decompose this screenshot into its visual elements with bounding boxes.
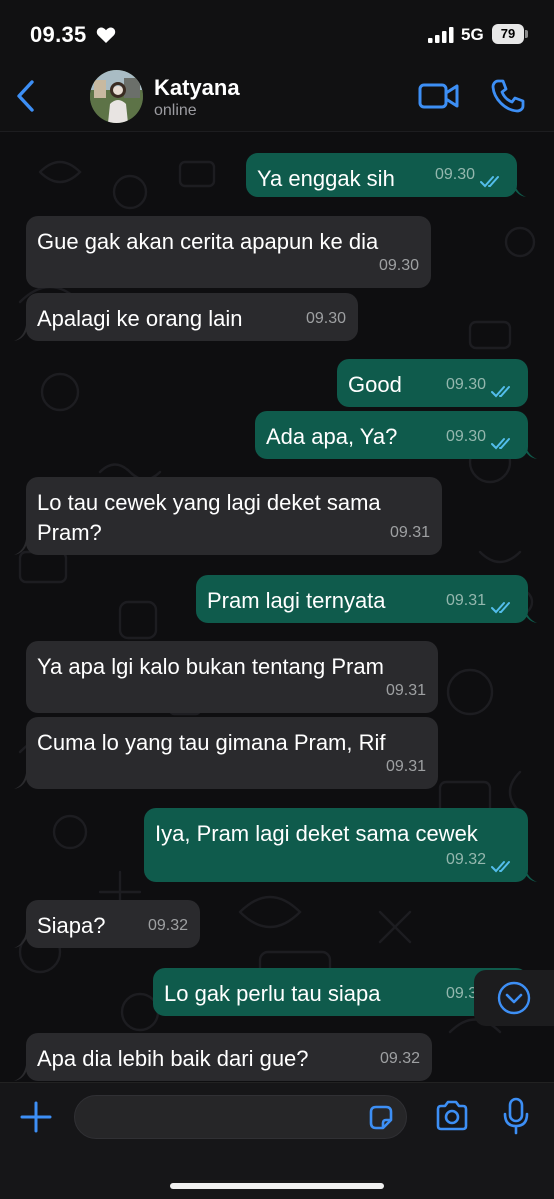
message-time: 09.31 <box>445 592 486 609</box>
bubble-tail <box>14 539 28 555</box>
sticker-icon <box>369 1105 393 1130</box>
bubble-tail <box>523 443 537 459</box>
message-text: Gue gak akan cerita apapun ke dia <box>37 229 379 254</box>
message-time: 09.30 <box>305 310 346 327</box>
avatar[interactable] <box>90 70 143 123</box>
voice-call-button[interactable] <box>490 78 526 114</box>
heart-icon <box>96 27 116 43</box>
contact-name[interactable]: Katyana <box>154 75 240 101</box>
read-ticks-icon <box>491 386 510 398</box>
message-incoming[interactable]: Apalagi ke orang lain 09.30 <box>26 293 358 341</box>
bubble-tail <box>523 866 537 882</box>
read-ticks-icon <box>491 602 510 614</box>
message-outgoing[interactable]: Ada apa, Ya? 09.30 <box>255 411 528 459</box>
sticker-button[interactable] <box>367 1104 395 1132</box>
message-outgoing[interactable]: Pram lagi ternyata 09.31 <box>196 575 528 623</box>
message-text: Cuma lo yang tau gimana Pram, Rif <box>37 730 386 755</box>
message-outgoing[interactable]: Ya enggak sih 09.30 <box>246 153 517 197</box>
battery-icon: 79 <box>492 24 524 44</box>
chat-header: Katyana online <box>0 66 554 132</box>
message-incoming[interactable]: Ya apa lgi kalo bukan tentang Pram 09.31 <box>26 641 438 713</box>
avatar-photo <box>90 70 143 123</box>
read-ticks-icon <box>491 438 510 450</box>
message-incoming[interactable]: Siapa? 09.32 <box>26 900 200 948</box>
video-call-button[interactable] <box>418 80 460 112</box>
microphone-icon <box>503 1097 529 1135</box>
voice-message-button[interactable] <box>502 1097 530 1135</box>
status-time: 09.35 <box>30 22 87 47</box>
message-time: 09.31 <box>385 758 426 775</box>
camera-icon <box>436 1100 468 1131</box>
message-outgoing[interactable]: Lo gak perlu tau siapa 09.32 <box>153 968 528 1016</box>
message-incoming[interactable]: Gue gak akan cerita apapun ke dia 09.30 <box>26 216 431 288</box>
composer-bar <box>0 1082 554 1199</box>
battery-tip <box>525 30 528 38</box>
bubble-tail <box>523 607 537 623</box>
message-outgoing[interactable]: Good 09.30 <box>337 359 528 407</box>
plus-icon <box>20 1101 52 1133</box>
message-outgoing[interactable]: Iya, Pram lagi deket sama cewek 09.32 <box>144 808 528 882</box>
phone-icon <box>491 79 525 113</box>
chat-area[interactable]: Ya enggak sih 09.30 Gue gak akan cerita … <box>0 132 554 1082</box>
back-button[interactable] <box>8 76 42 116</box>
bubble-tail <box>14 773 28 789</box>
message-text: Lo tau cewek yang lagi deket sama Pram? <box>37 490 381 545</box>
video-camera-icon <box>418 83 459 109</box>
message-time: 09.32 <box>147 917 188 934</box>
scroll-to-bottom-button[interactable] <box>474 970 554 1026</box>
chevron-left-icon <box>17 80 34 112</box>
read-ticks-icon <box>491 861 510 873</box>
bubble-tail <box>14 1065 28 1081</box>
message-input[interactable] <box>74 1095 407 1139</box>
message-text: Ya apa lgi kalo bukan tentang Pram <box>37 654 384 679</box>
bubble-tail <box>512 181 526 197</box>
message-time: 09.31 <box>385 682 426 699</box>
message-time: 09.30 <box>434 166 475 183</box>
bubble-tail <box>14 932 28 948</box>
camera-button[interactable] <box>434 1099 470 1133</box>
message-time: 09.32 <box>379 1050 420 1067</box>
status-bar: 09.35 5G 79 <box>0 0 554 66</box>
contact-status: online <box>154 102 197 119</box>
message-text: Apalagi ke orang lain <box>37 306 243 331</box>
message-time: 09.30 <box>445 428 486 445</box>
signal-icon <box>428 27 454 43</box>
chevron-down-circle-icon <box>497 981 531 1015</box>
message-time: 09.32 <box>445 851 486 868</box>
network-type: 5G <box>461 25 484 44</box>
home-indicator <box>170 1183 384 1189</box>
message-incoming[interactable]: Apa dia lebih baik dari gue? 09.32 <box>26 1033 432 1081</box>
message-time: 09.31 <box>389 524 430 541</box>
message-incoming[interactable]: Cuma lo yang tau gimana Pram, Rif 09.31 <box>26 717 438 789</box>
message-incoming[interactable]: Lo tau cewek yang lagi deket sama Pram? … <box>26 477 442 555</box>
message-time: 09.30 <box>378 257 419 274</box>
message-text: Apa dia lebih baik dari gue? <box>37 1046 309 1071</box>
attach-button[interactable] <box>18 1099 54 1135</box>
read-ticks-icon <box>480 176 499 188</box>
message-time: 09.30 <box>445 376 486 393</box>
bubble-tail <box>14 325 28 341</box>
